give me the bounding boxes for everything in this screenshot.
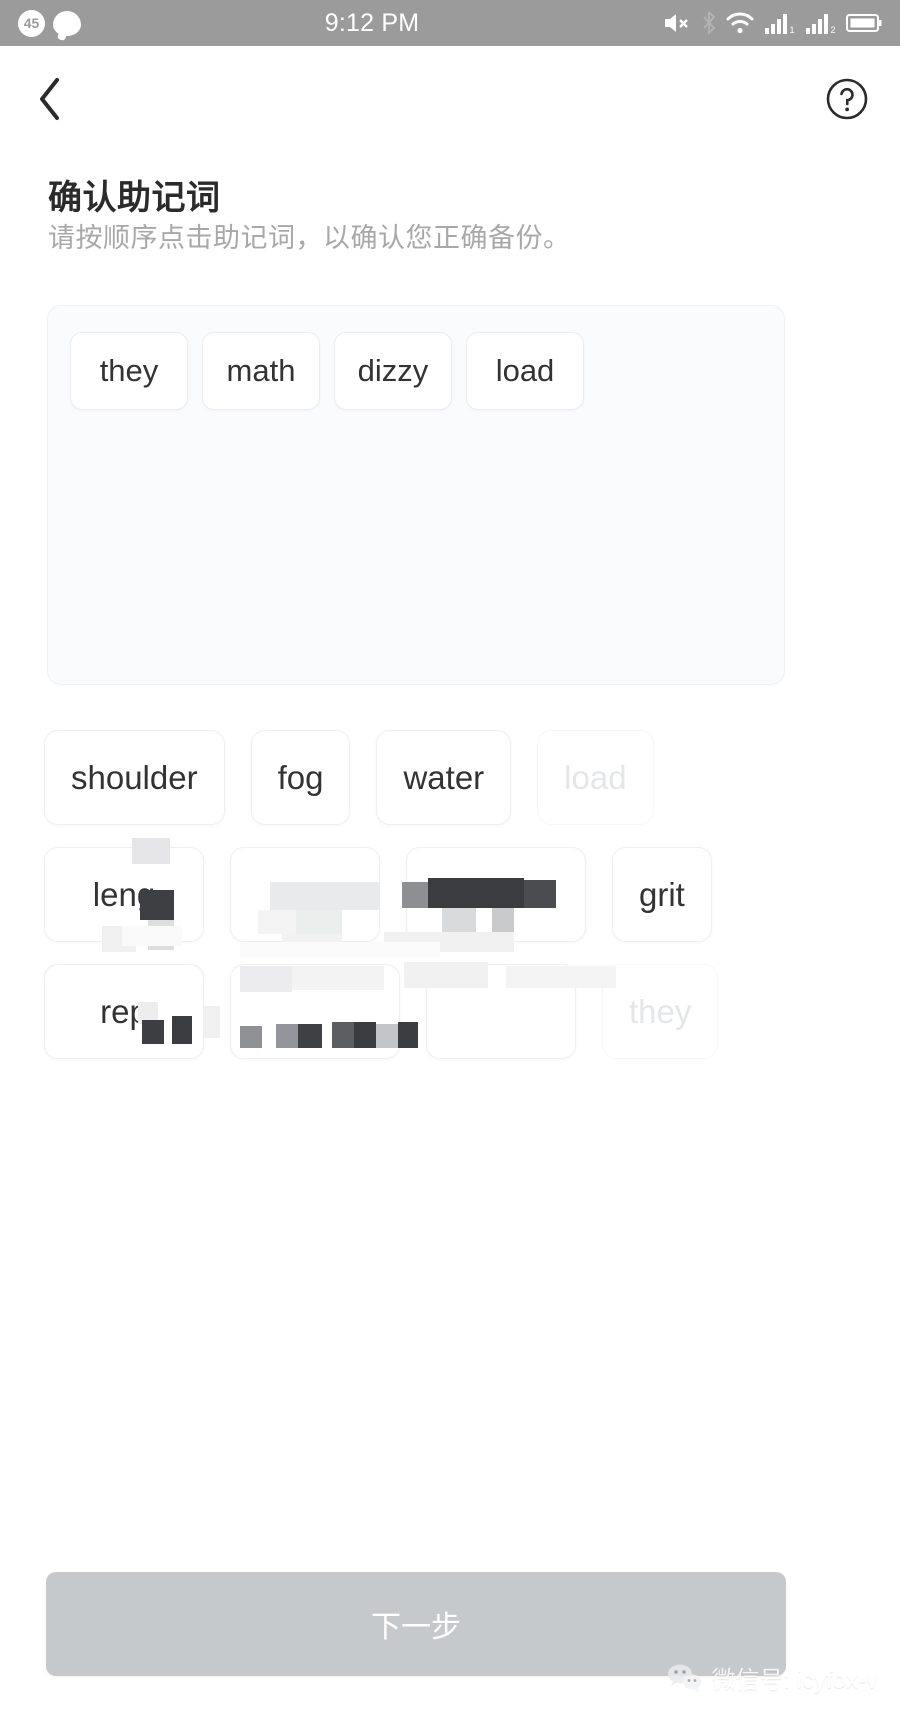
- word-bank-chip[interactable]: leng: [44, 847, 204, 942]
- signal-sim2-icon: 2: [806, 14, 836, 35]
- selected-word-chip[interactable]: dizzy: [334, 332, 452, 410]
- watermark-text: 微信号: icyfox-v: [711, 1667, 878, 1694]
- word-bank: shoulder fog water load leng grit rep th…: [44, 730, 788, 1081]
- word-bank-row: rep they: [44, 964, 788, 1059]
- wechat-watermark: 微信号: icyfox-v: [667, 1660, 878, 1695]
- signal-sim1-icon: 1: [765, 14, 795, 35]
- selected-word-chip[interactable]: math: [202, 332, 320, 410]
- word-bank-row: shoulder fog water load: [44, 730, 788, 825]
- battery-icon: [846, 14, 882, 32]
- help-circle-icon: [826, 78, 868, 119]
- word-bank-chip-censored[interactable]: [230, 964, 400, 1059]
- word-bank-chip[interactable]: water: [376, 730, 512, 825]
- status-bar-clock: 9:12 PM: [324, 8, 420, 37]
- status-bar-left: 45: [18, 9, 81, 37]
- selected-word-chip[interactable]: they: [70, 332, 188, 410]
- word-bank-chip[interactable]: grit: [612, 847, 712, 942]
- selected-mnemonic-panel: they math dizzy load: [47, 305, 785, 685]
- selected-word-list: they math dizzy load: [70, 332, 762, 410]
- word-bank-row: leng grit: [44, 847, 788, 942]
- svg-text:1: 1: [790, 25, 795, 35]
- status-bar-center: 9:12 PM: [81, 9, 663, 38]
- word-bank-chip-censored[interactable]: [406, 847, 586, 942]
- page-title: 确认助记词: [48, 179, 221, 217]
- word-bank-chip-censored[interactable]: [230, 847, 380, 942]
- help-button[interactable]: [820, 72, 874, 126]
- phone-screen: 45 9:12 PM 1 2 确认助记词 请按顺序点击助记词，以确认您正确备份。…: [0, 0, 900, 1715]
- chevron-left-icon: [40, 77, 59, 120]
- word-bank-chip[interactable]: shoulder: [44, 730, 225, 825]
- word-bank-chip-used: they: [602, 964, 719, 1059]
- wifi-icon: [726, 12, 754, 34]
- svg-text:2: 2: [831, 25, 836, 35]
- wechat-logo-icon: [668, 1664, 702, 1692]
- volume-mute-icon: [665, 14, 688, 32]
- page-subtitle: 请按顺序点击助记词，以确认您正确备份。: [48, 223, 571, 253]
- word-bank-chip-censored[interactable]: [426, 964, 576, 1059]
- notification-count-badge: 45: [18, 9, 45, 37]
- status-bar: 45 9:12 PM 1 2: [0, 0, 900, 46]
- navigation-bar: [0, 46, 900, 151]
- status-bar-right: 1 2: [663, 11, 882, 35]
- message-bubble-icon: [53, 10, 81, 36]
- bluetooth-icon: [703, 11, 716, 35]
- word-bank-chip[interactable]: rep: [44, 964, 204, 1059]
- word-bank-chip[interactable]: fog: [250, 730, 351, 825]
- word-bank-chip-used: load: [537, 730, 654, 825]
- back-button[interactable]: [20, 69, 80, 129]
- selected-word-chip[interactable]: load: [466, 332, 584, 410]
